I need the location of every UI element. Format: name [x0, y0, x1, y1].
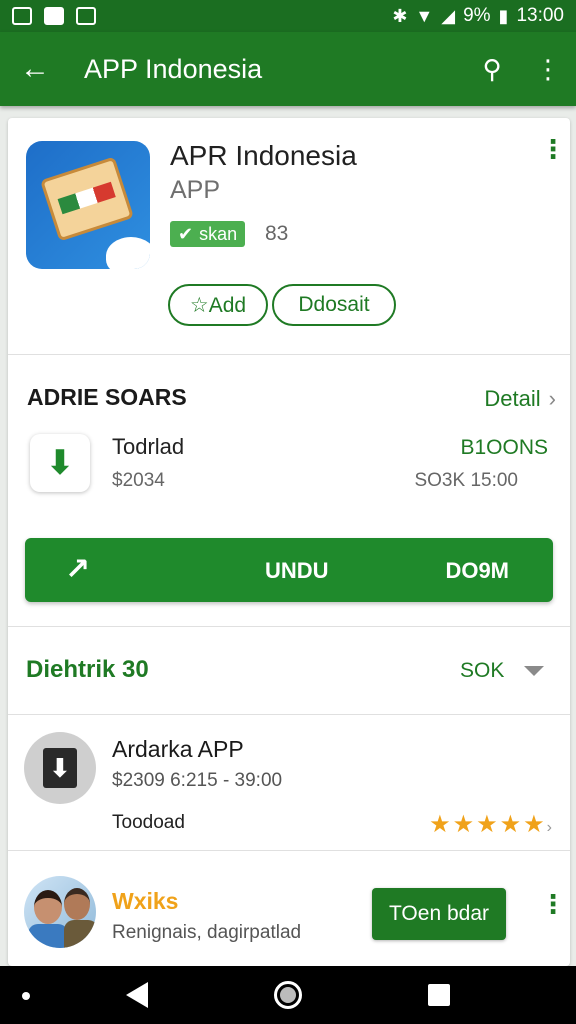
wifi-icon: ▼: [415, 5, 434, 26]
star-icon: ★: [523, 811, 547, 838]
nav-back-icon[interactable]: [126, 982, 148, 1008]
system-indicators: ✱ ▼ ◢ 9% ▮ 13:00: [392, 5, 564, 27]
add-button[interactable]: ☆Add: [168, 284, 268, 326]
detail-link[interactable]: Detail ›: [484, 386, 556, 412]
avatar[interactable]: [24, 876, 96, 948]
divider: [8, 850, 570, 851]
star-icon: ★: [476, 811, 500, 838]
signal-icon: ◢: [441, 5, 456, 26]
store-notification-icon: [76, 7, 96, 25]
app-detail-card: APR Indonesia APP ✔ skan 83 ⋮ ☆Add Ddosa…: [8, 118, 570, 966]
app-bar: ← APP Indonesia ⚲ ⋮: [0, 32, 576, 106]
app-icon: [26, 141, 150, 269]
battery-icon: ▮: [498, 5, 509, 26]
divider: [8, 626, 570, 627]
star-icon: ★: [499, 811, 524, 838]
filter-title: Diehtrik 30: [26, 656, 149, 683]
download-size-time: SO3K 15:00: [414, 470, 518, 491]
list-item-footer: Toodoad: [112, 812, 185, 833]
nav-dot-icon: [22, 992, 30, 1000]
star-icon: ★: [452, 811, 477, 838]
download-price: $2034: [112, 470, 165, 491]
bluetooth-icon: ✱: [392, 5, 408, 26]
divider: [8, 354, 570, 355]
search-icon[interactable]: ⚲: [464, 54, 520, 85]
review-title: Wxiks: [112, 888, 179, 914]
overflow-menu-icon[interactable]: ⋮: [520, 54, 576, 85]
list-item-title[interactable]: Ardarka APP: [112, 736, 244, 763]
notification-icons: [12, 7, 96, 25]
nav-recents-icon[interactable]: [428, 984, 450, 1006]
system-nav-bar: [0, 966, 576, 1024]
install-button-label: UNDU: [265, 558, 329, 583]
review-subtitle: Renignais, dagirpatlad: [112, 922, 302, 943]
star-rating[interactable]: ★★★★★›: [429, 810, 552, 839]
install-button[interactable]: ↗ UNDU DO9M: [25, 538, 553, 602]
overflow-menu-icon[interactable]: ⋮: [540, 136, 566, 162]
nav-home-icon[interactable]: [274, 981, 302, 1009]
download-arrow-icon[interactable]: ⬇: [30, 434, 90, 492]
download-count: B1OONS: [460, 436, 548, 459]
detail-link-label: Detail: [484, 386, 541, 411]
chevron-right-icon: ›: [548, 386, 556, 411]
app-bar-title: APP Indonesia: [84, 53, 263, 84]
badge-label: skan: [199, 223, 238, 244]
image-notification-icon: [12, 7, 32, 25]
book-icon: [40, 156, 134, 242]
list-item-meta: $2309 6:215 - 39:00: [112, 770, 283, 791]
chevron-right-icon: ›: [546, 819, 552, 836]
caret-down-icon[interactable]: [524, 666, 544, 676]
install-button-secondary-label: DO9M: [445, 558, 509, 583]
app-subtitle: APP: [170, 176, 221, 204]
status-badge: ✔ skan: [170, 221, 246, 247]
review-action-button[interactable]: TOen bdar: [372, 888, 506, 940]
palette-icon: [106, 237, 150, 269]
section-title: ADRIE SOARS: [27, 384, 187, 410]
star-icon: ★: [429, 811, 453, 838]
battery-percent: 9%: [463, 5, 491, 26]
check-icon: ✔: [178, 223, 194, 244]
app-title: APR Indonesia: [170, 140, 357, 171]
filter-value[interactable]: SOK: [460, 659, 504, 683]
divider: [8, 714, 570, 715]
pen-icon: ↗: [65, 553, 91, 586]
back-arrow-icon[interactable]: ←: [0, 52, 70, 86]
overflow-menu-icon[interactable]: ⋮: [540, 891, 566, 917]
badge-count: 83: [265, 222, 289, 245]
save-notification-icon: [44, 7, 64, 25]
download-name: Todrlad: [112, 434, 185, 459]
status-bar: ✱ ▼ ◢ 9% ▮ 13:00: [0, 0, 576, 32]
clock: 13:00: [516, 5, 564, 26]
detail-button[interactable]: Ddosait: [272, 284, 396, 326]
download-tray-icon[interactable]: ⬇: [24, 732, 96, 804]
